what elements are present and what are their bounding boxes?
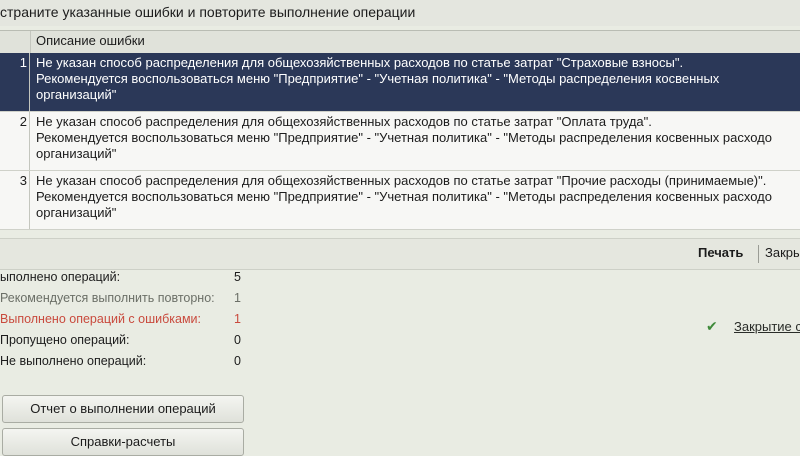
error-line: Рекомендуется воспользоваться меню "Пред… bbox=[36, 130, 772, 145]
print-button[interactable]: Печать bbox=[698, 245, 743, 260]
stat-value: 5 bbox=[234, 270, 241, 284]
description-column-header: Описание ошибки bbox=[36, 33, 145, 48]
report-button[interactable]: Отчет о выполнении операций bbox=[2, 395, 244, 423]
stat-value: 0 bbox=[234, 333, 241, 347]
error-line: Не указан способ распределения для общех… bbox=[36, 55, 684, 70]
stat-label: ыполнено операций: bbox=[0, 270, 121, 284]
stat-value: 1 bbox=[234, 291, 241, 305]
error-line: Рекомендуется воспользоваться меню "Пред… bbox=[36, 71, 720, 86]
error-description: Не указан способ распределения для общех… bbox=[36, 173, 800, 221]
close-button[interactable]: Закры bbox=[765, 245, 800, 260]
stat-label: Выполнено операций с ошибками: bbox=[0, 312, 202, 326]
stat-recommended-retry: Рекомендуется выполнить повторно: 1 bbox=[0, 291, 250, 311]
row-number: 1 bbox=[0, 53, 30, 111]
stat-skipped: Пропущено операций: 0 bbox=[0, 333, 250, 353]
error-description: Не указан способ распределения для общех… bbox=[36, 55, 800, 103]
error-line: Не указан способ распределения для общех… bbox=[36, 114, 652, 129]
stat-value: 1 bbox=[234, 312, 241, 326]
table-row[interactable]: 2 Не указан способ распределения для общ… bbox=[0, 112, 800, 171]
stat-completed: ыполнено операций: 5 bbox=[0, 270, 250, 290]
error-line: организаций" bbox=[36, 205, 117, 220]
table-toolbar: Печать Закры bbox=[0, 238, 800, 270]
error-line: организаций" bbox=[36, 146, 117, 161]
error-line: Рекомендуется воспользоваться меню "Пред… bbox=[36, 189, 772, 204]
table-row[interactable]: 3 Не указан способ распределения для общ… bbox=[0, 171, 800, 230]
error-line: Не указан способ распределения для общех… bbox=[36, 173, 767, 188]
stat-not-completed: Не выполнено операций: 0 bbox=[0, 354, 250, 374]
error-description: Не указан способ распределения для общех… bbox=[36, 114, 800, 162]
stat-label: Рекомендуется выполнить повторно: bbox=[0, 291, 215, 305]
stat-value: 0 bbox=[234, 354, 241, 368]
month-closing-link[interactable]: Закрытие с bbox=[734, 319, 800, 334]
row-number: 2 bbox=[0, 112, 30, 170]
month-closing-link-group[interactable]: ✔ Закрытие с bbox=[706, 318, 800, 338]
check-icon: ✔ bbox=[706, 318, 718, 334]
error-instruction-message: страните указанные ошибки и повторите вы… bbox=[0, 0, 800, 26]
stat-label: Пропущено операций: bbox=[0, 333, 130, 347]
errors-table-header: Описание ошибки bbox=[0, 31, 800, 54]
toolbar-separator bbox=[758, 245, 759, 263]
table-row[interactable]: 1 Не указан способ распределения для общ… bbox=[0, 53, 800, 112]
references-button[interactable]: Справки-расчеты bbox=[2, 428, 244, 456]
number-column-header bbox=[0, 31, 31, 53]
stat-with-errors: Выполнено операций с ошибками: 1 bbox=[0, 312, 250, 332]
row-number: 3 bbox=[0, 171, 30, 229]
stat-label: Не выполнено операций: bbox=[0, 354, 147, 368]
errors-table[interactable]: Описание ошибки 1 Не указан способ распр… bbox=[0, 30, 800, 230]
error-line: организаций" bbox=[36, 87, 117, 102]
